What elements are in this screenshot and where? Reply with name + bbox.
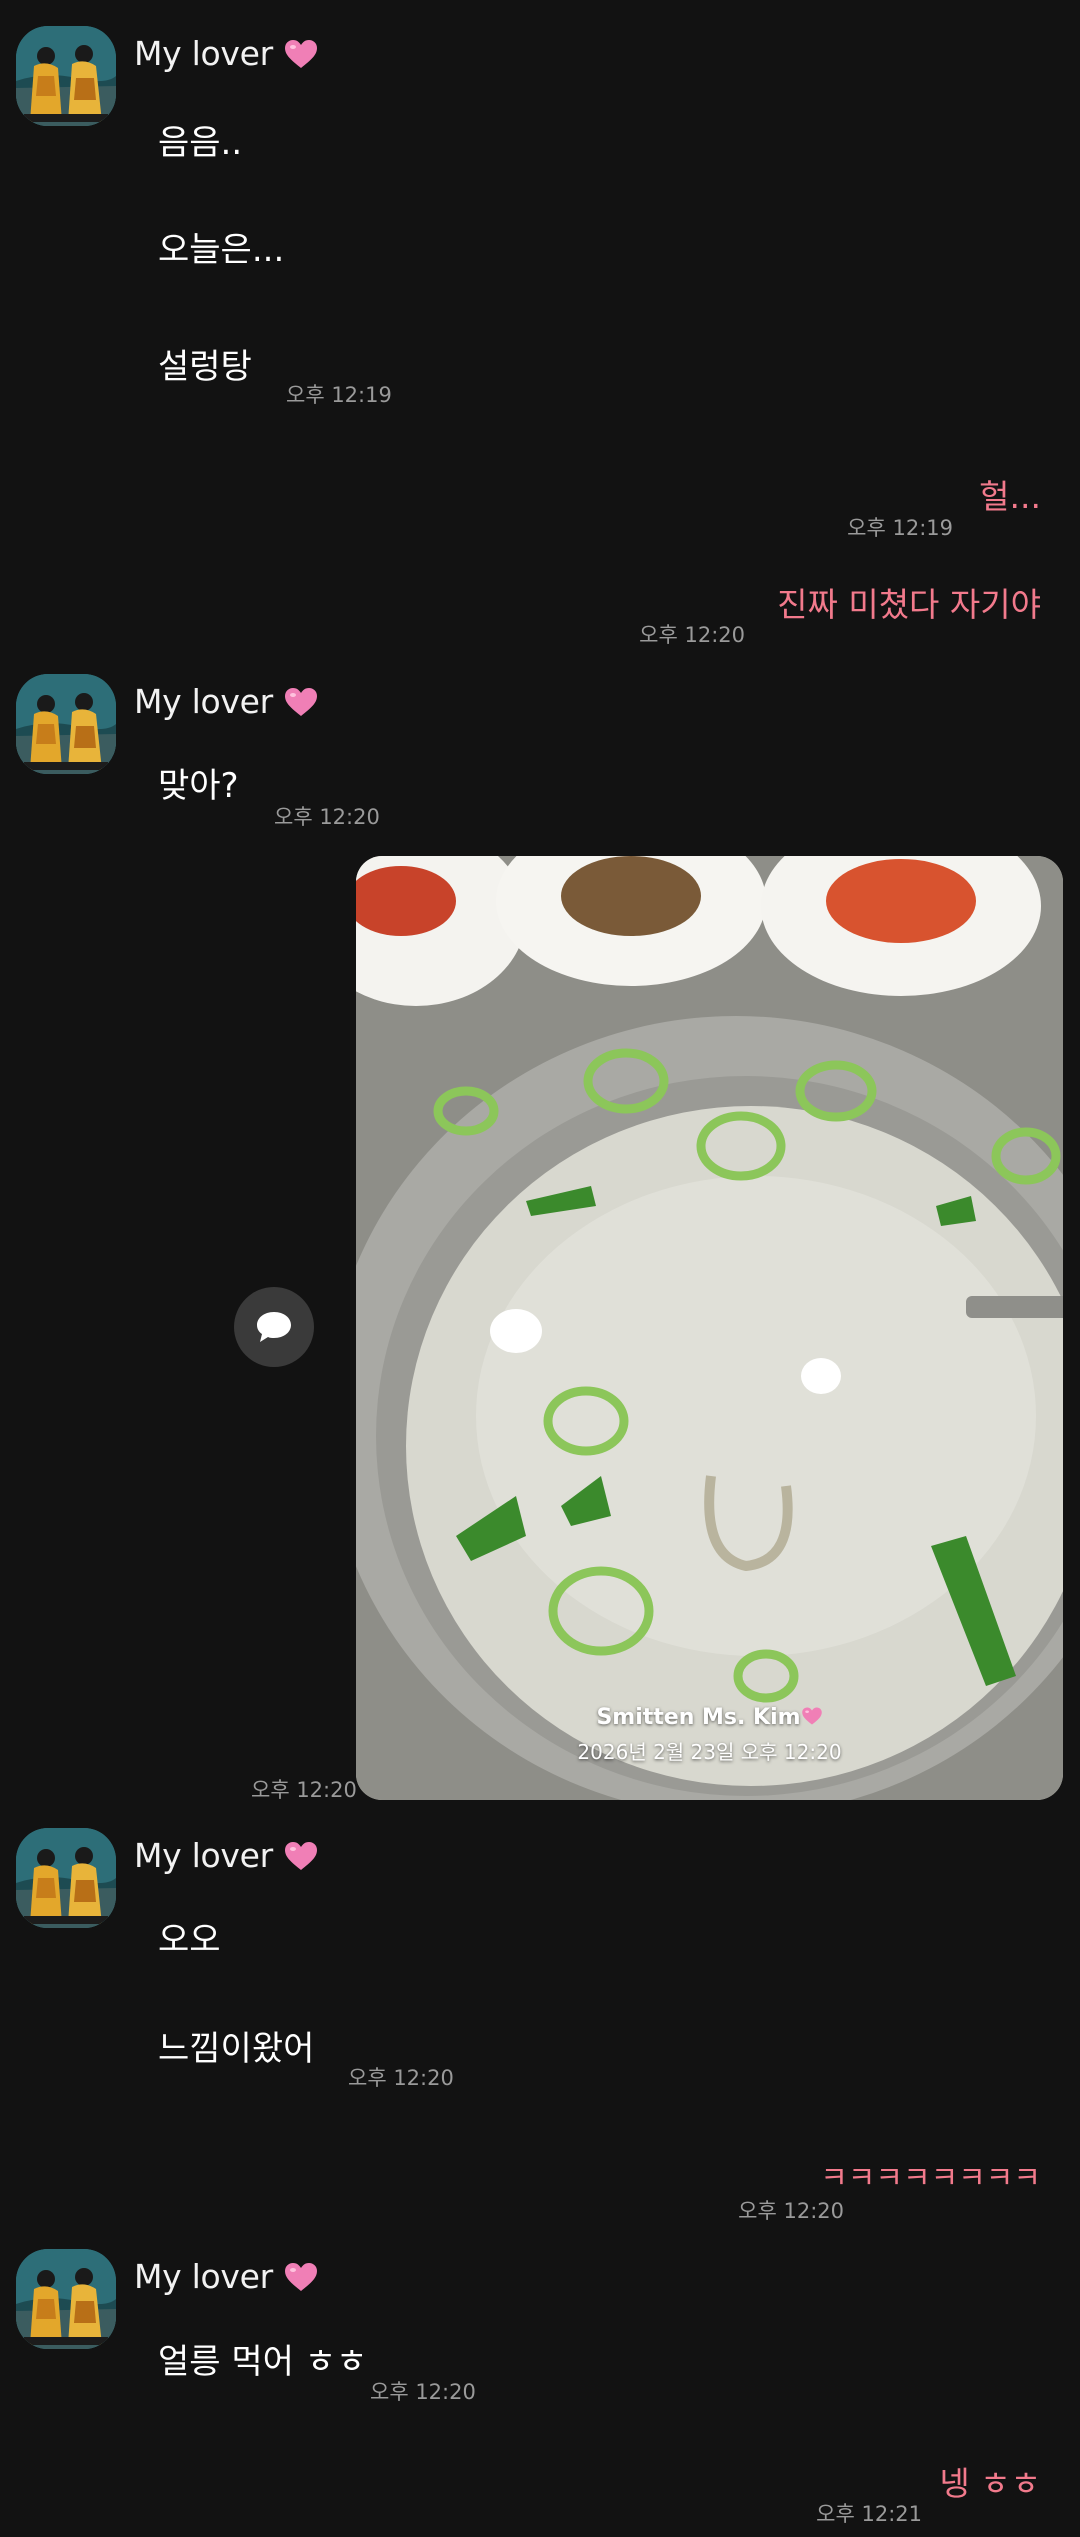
pink-heart-icon	[283, 38, 319, 70]
message-timestamp: 오후 12:20	[639, 623, 745, 647]
incoming-message[interactable]: 음음..	[158, 115, 242, 164]
avatar-image	[16, 674, 116, 774]
sender-name[interactable]: My lover	[134, 682, 319, 721]
sender-name-label: My lover	[134, 34, 273, 73]
message-timestamp: 오후 12:20	[251, 1778, 357, 1802]
photo-message[interactable]	[356, 856, 1063, 1800]
sender-name-label: My lover	[134, 1836, 273, 1875]
avatar-image	[16, 26, 116, 126]
sender-name[interactable]: My lover	[134, 34, 319, 73]
outgoing-message[interactable]: 진짜 미쳤다 자기야	[777, 578, 1041, 626]
incoming-message[interactable]: 오늘은...	[158, 222, 284, 271]
sender-name-label: My lover	[134, 2257, 273, 2296]
message-timestamp: 오후 12:20	[274, 805, 380, 829]
avatar-image	[16, 1828, 116, 1928]
contact-avatar[interactable]	[16, 674, 116, 774]
outgoing-message[interactable]: ㅋㅋㅋㅋㅋㅋㅋㅋ	[820, 2153, 1041, 2197]
chat-bubble-icon	[257, 1312, 291, 1342]
pink-heart-icon	[801, 1706, 823, 1726]
message-timestamp: 오후 12:20	[348, 2066, 454, 2090]
pink-heart-icon	[283, 1840, 319, 1872]
incoming-message[interactable]: 얼릉 먹어 ㅎㅎ	[158, 2334, 367, 2383]
message-timestamp: 오후 12:20	[738, 2199, 844, 2223]
soup-photo	[356, 856, 1063, 1800]
pink-heart-icon	[283, 686, 319, 718]
message-timestamp: 오후 12:19	[847, 516, 953, 540]
sender-name-label: My lover	[134, 682, 273, 721]
message-timestamp: 오후 12:21	[816, 2502, 922, 2526]
contact-avatar[interactable]	[16, 2249, 116, 2349]
avatar-image	[16, 2249, 116, 2349]
incoming-message[interactable]: 느낌이왔어	[158, 2021, 314, 2070]
incoming-message[interactable]: 오오	[158, 1912, 221, 1961]
message-timestamp: 오후 12:19	[286, 383, 392, 407]
message-timestamp: 오후 12:20	[370, 2380, 476, 2404]
sender-name[interactable]: My lover	[134, 2257, 319, 2296]
photo-watermark-date: 2026년 2월 23일 오후 12:20	[577, 1740, 842, 1764]
pink-heart-icon	[283, 2261, 319, 2293]
outgoing-message[interactable]: 헐...	[979, 470, 1041, 518]
contact-avatar[interactable]	[16, 26, 116, 126]
incoming-message[interactable]: 설렁탕	[158, 339, 252, 388]
contact-avatar[interactable]	[16, 1828, 116, 1928]
sender-name[interactable]: My lover	[134, 1836, 319, 1875]
photo-watermark-name: Smitten Ms. Kim	[356, 1705, 1063, 1730]
outgoing-message[interactable]: 넹 ㅎㅎ	[939, 2457, 1041, 2505]
reply-button[interactable]	[234, 1287, 314, 1367]
incoming-message[interactable]: 맞아?	[158, 758, 239, 807]
